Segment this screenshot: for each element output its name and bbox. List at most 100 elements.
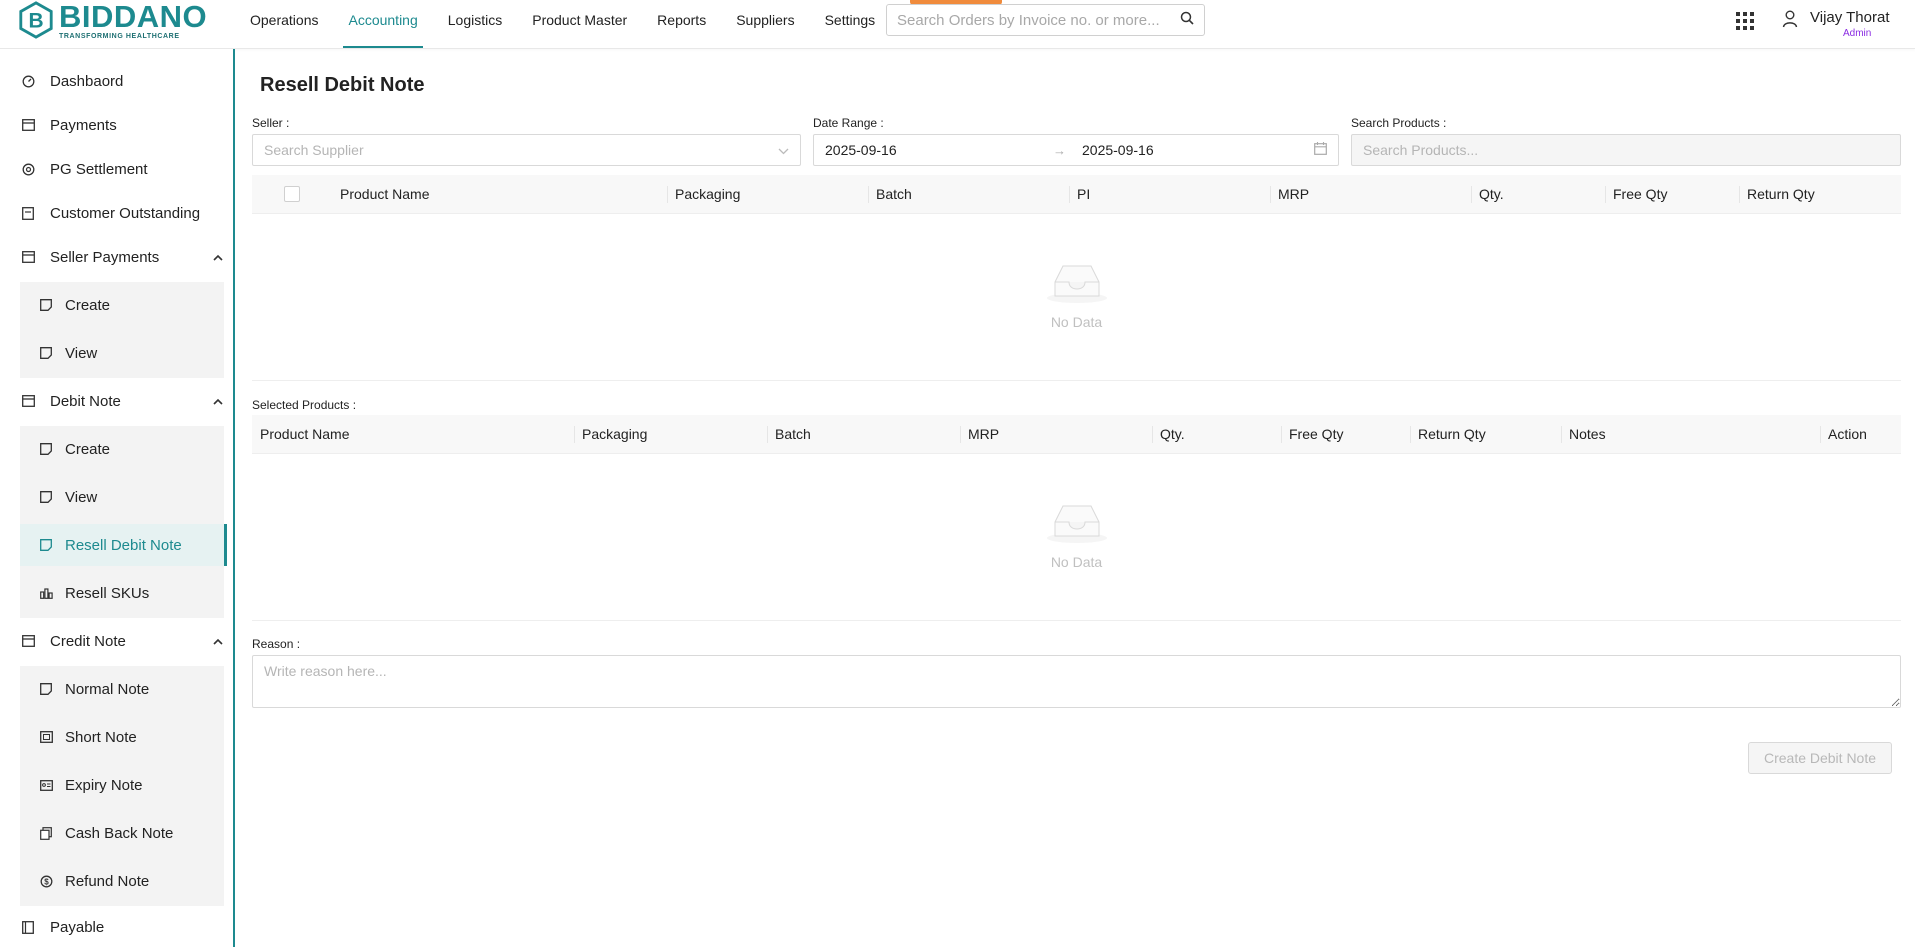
sidebar-item-label: Customer Outstanding	[50, 204, 201, 222]
seller-label: Seller :	[252, 116, 290, 130]
column-header[interactable]: Free Qty	[1605, 175, 1739, 213]
user-icon	[1782, 10, 1800, 30]
sidebar-item-customer-outstanding[interactable]: Customer Outstanding	[20, 195, 200, 231]
sidebar-item-pg-settlement[interactable]: PG Settlement	[20, 151, 148, 187]
id-card-icon	[39, 778, 53, 792]
nav-reports[interactable]: Reports	[642, 0, 721, 48]
column-header[interactable]: MRP	[1270, 175, 1471, 213]
sidebar-item-label: Dashbaord	[50, 72, 124, 90]
sidebar-item-credit-note[interactable]: Credit Note	[20, 623, 225, 659]
chevron-up-icon[interactable]	[213, 254, 223, 262]
column-header[interactable]: Return Qty	[1410, 415, 1561, 453]
apps-grid-icon[interactable]	[1733, 9, 1755, 31]
sidebar-item-refund-note[interactable]: $ Refund Note	[20, 860, 224, 902]
column-header[interactable]: Product Name	[332, 175, 667, 213]
column-header[interactable]: Notes	[1561, 415, 1820, 453]
sidebar-item-debit-note-create[interactable]: Create	[20, 428, 224, 470]
brand-tagline: TRANSFORMING HEALTHCARE	[59, 32, 180, 40]
book-icon	[20, 919, 36, 935]
brand-logo[interactable]: B BIDDANO TRANSFORMING HEALTHCARE	[16, 0, 207, 40]
sidebar-item-label: View	[65, 488, 98, 506]
column-header[interactable]: Product Name	[252, 415, 574, 453]
sidebar-item-label: Payments	[50, 116, 117, 134]
sidebar-item-expiry-note[interactable]: Expiry Note	[20, 764, 224, 806]
dashboard-icon	[20, 73, 36, 89]
nav-suppliers[interactable]: Suppliers	[721, 0, 809, 48]
reason-textarea[interactable]	[252, 655, 1901, 708]
sidebar-item-label: View	[65, 344, 98, 362]
refund-coin-icon: $	[39, 874, 53, 888]
nav-operations[interactable]: Operations	[235, 0, 333, 48]
search-icon[interactable]	[1180, 11, 1194, 29]
selected-products-label: Selected Products :	[252, 398, 357, 412]
sidebar-item-debit-note-view[interactable]: View	[20, 476, 224, 518]
column-header[interactable]: Action	[1820, 415, 1901, 453]
sidebar-item-resell-skus[interactable]: Resell SKUs	[20, 572, 224, 614]
column-header[interactable]: Qty.	[1152, 415, 1281, 453]
brand-name: BIDDANO	[59, 0, 208, 34]
header-search[interactable]	[886, 4, 1205, 36]
column-header[interactable]: Free Qty	[1281, 415, 1410, 453]
empty-inbox-icon	[1045, 262, 1109, 308]
sidebar-item-debit-note[interactable]: Debit Note	[20, 383, 225, 419]
search-products-placeholder: Search Products...	[1363, 142, 1479, 158]
sidebar-item-label: Credit Note	[50, 632, 126, 650]
sidebar-item-label: Cash Back Note	[65, 824, 174, 842]
divider	[252, 620, 1901, 621]
wallet-icon	[20, 393, 36, 409]
chevron-down-icon	[778, 142, 789, 158]
sidebar-item-dashboard[interactable]: Dashbaord	[20, 63, 123, 99]
user-menu[interactable]: Vijay Thorat Admin	[1782, 9, 1890, 39]
biddano-logo-icon: B	[16, 0, 56, 40]
date-from-input[interactable]: 2025-09-16	[825, 142, 1053, 158]
main-content: Resell Debit Note Seller : Search Suppli…	[237, 49, 1915, 947]
sidebar-item-short-note[interactable]: Short Note	[20, 716, 224, 758]
date-to-input[interactable]: 2025-09-16	[1082, 142, 1314, 158]
sidebar-item-resell-debit-note[interactable]: Resell Debit Note	[20, 524, 227, 566]
column-header[interactable]: Return Qty	[1739, 175, 1901, 213]
note-icon	[39, 346, 53, 360]
nav-logistics[interactable]: Logistics	[433, 0, 517, 48]
sidebar-item-label: Resell Debit Note	[65, 536, 182, 554]
seller-select[interactable]: Search Supplier	[252, 134, 801, 166]
note-icon	[39, 442, 53, 456]
search-products-input[interactable]: Search Products...	[1351, 134, 1901, 166]
sidebar-item-payable[interactable]: Payable	[20, 909, 104, 945]
note-icon	[39, 490, 53, 504]
seller-select-placeholder: Search Supplier	[264, 142, 364, 158]
sidebar-item-label: Refund Note	[65, 872, 150, 890]
frame-icon	[39, 730, 53, 744]
column-header[interactable]: Packaging	[574, 415, 767, 453]
sidebar-item-normal-note[interactable]: Normal Note	[20, 668, 224, 710]
note-icon	[39, 538, 53, 552]
date-range-picker[interactable]: 2025-09-16 → 2025-09-16	[813, 134, 1339, 166]
sidebar-item-seller-payments-view[interactable]: View	[20, 332, 224, 374]
sidebar-item-label: Payable	[50, 918, 105, 936]
sidebar-item-payments[interactable]: Payments	[20, 107, 117, 143]
nav-accounting[interactable]: Accounting	[333, 0, 432, 48]
chevron-up-icon[interactable]	[213, 398, 223, 406]
column-header[interactable]: Batch	[767, 415, 960, 453]
sidebar-item-seller-payments[interactable]: Seller Payments	[20, 239, 225, 275]
sidebar-item-label: Seller Payments	[50, 248, 160, 266]
calendar-icon	[1314, 142, 1327, 158]
sidebar-item-cash-back-note[interactable]: Cash Back Note	[20, 812, 224, 854]
nav-settings[interactable]: Settings	[810, 0, 891, 48]
column-header[interactable]: PI	[1069, 175, 1270, 213]
column-header[interactable]: Batch	[868, 175, 1069, 213]
sidebar: Dashbaord Payments PG Settlement Custome…	[0, 49, 235, 947]
column-header[interactable]: Qty.	[1471, 175, 1605, 213]
header-search-input[interactable]	[897, 11, 1180, 29]
nav-product-master[interactable]: Product Master	[517, 0, 642, 48]
page-title: Resell Debit Note	[260, 74, 425, 96]
sidebar-item-label: Create	[65, 296, 111, 314]
note-icon	[39, 298, 53, 312]
chevron-up-icon[interactable]	[213, 638, 223, 646]
sidebar-item-label: PG Settlement	[50, 160, 148, 178]
create-debit-note-button[interactable]: Create Debit Note	[1748, 742, 1892, 774]
column-header[interactable]: MRP	[960, 415, 1152, 453]
select-all-checkbox[interactable]	[284, 186, 300, 202]
column-header[interactable]: Packaging	[667, 175, 868, 213]
sidebar-item-seller-payments-create[interactable]: Create	[20, 284, 224, 326]
divider	[252, 380, 1901, 381]
